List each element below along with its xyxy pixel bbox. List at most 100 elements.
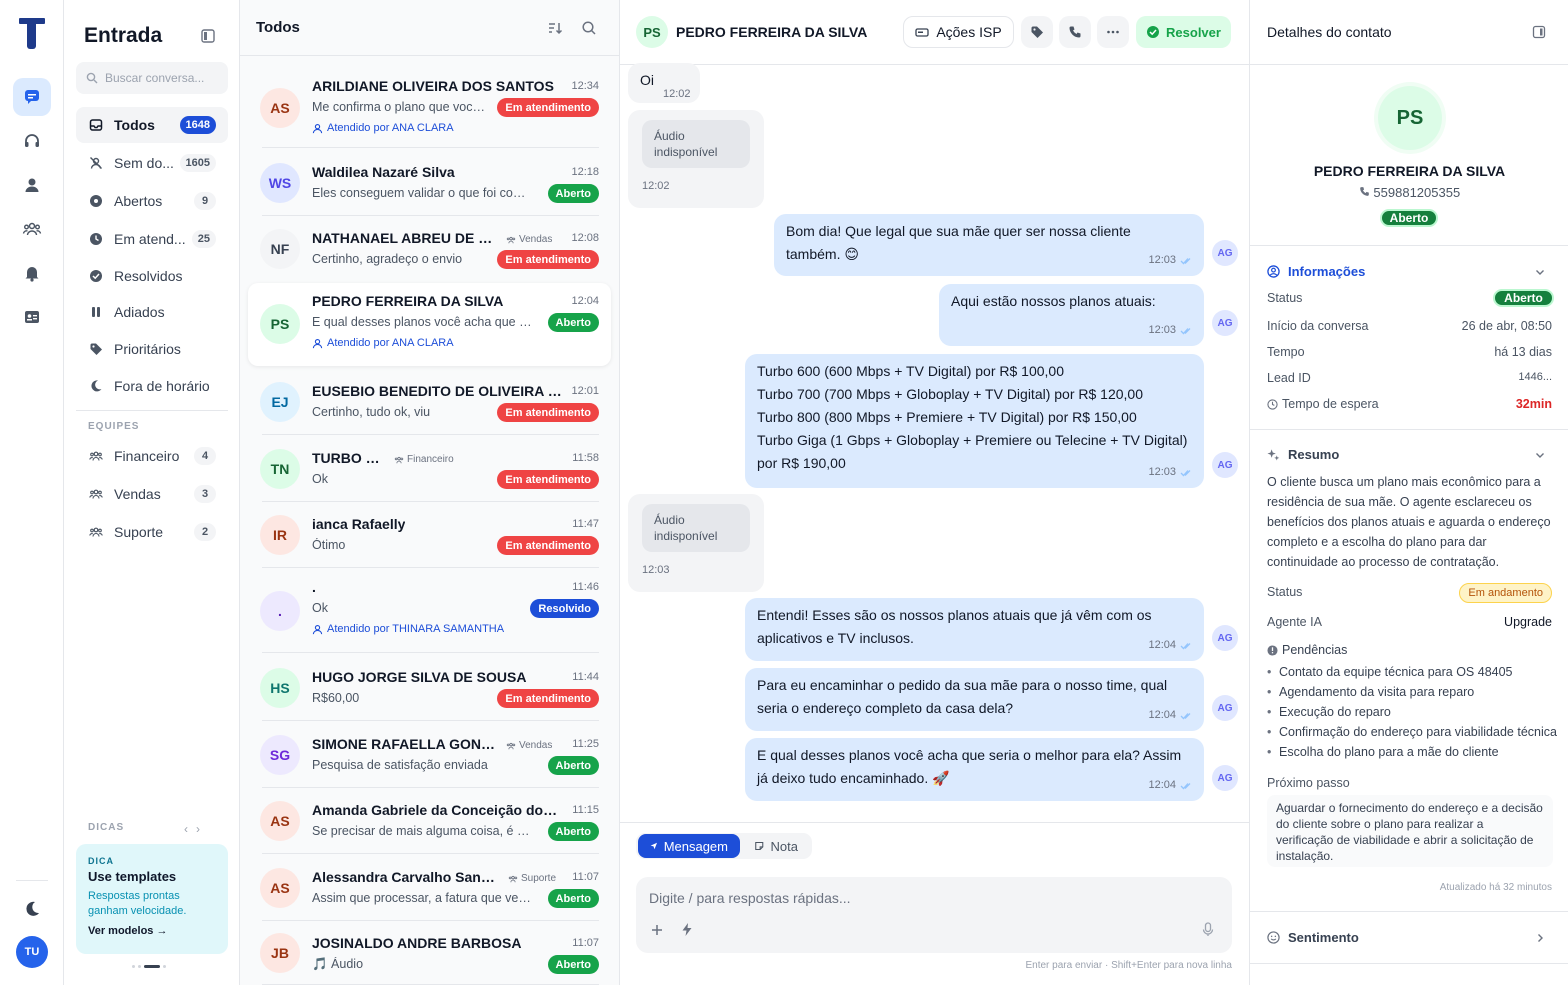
assigned-agent-label: Atendido por ANA CLARA — [327, 337, 454, 349]
tip-body: Respostas prontas ganham velocidade. — [88, 890, 187, 917]
chevron-down-icon[interactable] — [1534, 449, 1546, 461]
more-button[interactable] — [1097, 16, 1129, 48]
sidebar-item-todos[interactable]: Todos 1648 — [76, 107, 228, 143]
conversation-item[interactable]: PS PEDRO FERREIRA DA SILVA 12:04 E qual … — [248, 283, 611, 366]
conversation-item[interactable]: JB JOSINALDO ANDRE BARBOSA 11:07 🎵 Áudio… — [248, 921, 611, 985]
composer-tabs: Mensagem Nota — [636, 833, 812, 859]
sidebar-item-count: 1648 — [179, 116, 216, 134]
message-line: Turbo 700 (700 Mbps + Globoplay + TV Dig… — [757, 386, 1143, 402]
conversation-name: EUSEBIO BENEDITO DE OLIVEIRA JUN... — [312, 383, 562, 399]
tips-pager[interactable]: ‹› — [184, 822, 208, 836]
microphone-icon[interactable] — [1202, 922, 1214, 937]
info-value: 26 de abr, 08:50 — [1461, 319, 1552, 333]
details-header: Detalhes do contato — [1250, 0, 1568, 65]
collapse-sidebar-icon[interactable] — [200, 28, 216, 44]
sidebar-item-count: 3 — [194, 485, 216, 503]
sidebar-item-resolvidos[interactable]: Resolvidos — [76, 258, 228, 294]
isp-actions-button[interactable]: Ações ISP — [903, 16, 1014, 48]
pending-title: Pendências — [1282, 643, 1348, 657]
phone-icon — [1069, 26, 1081, 38]
rail-divider — [16, 880, 48, 881]
search-icon[interactable] — [581, 20, 597, 36]
headset-icon[interactable] — [13, 122, 51, 160]
resolve-button[interactable]: Resolver — [1136, 16, 1231, 48]
conversation-item[interactable]: EJ EUSEBIO BENEDITO DE OLIVEIRA JUN... 1… — [248, 369, 611, 435]
conversation-item[interactable]: IR ianca Rafaelly 11:47 Ótimo Em atendim… — [248, 502, 611, 568]
tab-message[interactable]: Mensagem — [638, 834, 740, 858]
info-section-header[interactable]: Informações — [1267, 264, 1365, 279]
chevron-right-icon[interactable] — [1534, 932, 1546, 944]
sidebar-team-financeiro[interactable]: Financeiro 4 — [76, 438, 228, 474]
message-input[interactable]: Digite / para respostas rápidas... — [636, 877, 1232, 953]
conversation-item[interactable]: WS Waldilea Nazaré Silva 12:18 Eles cons… — [248, 150, 611, 216]
agent-icon — [312, 123, 323, 133]
tag-button[interactable] — [1021, 16, 1053, 48]
sidebar-item-prioritarios[interactable]: Prioritários — [76, 331, 228, 367]
search-input[interactable]: Buscar conversa... — [76, 62, 228, 94]
info-wait-row: Tempo de espera — [1267, 397, 1379, 411]
conversation-item[interactable]: TN TURBO NET Financeiro 11:58 Ok Em aten… — [248, 436, 611, 502]
tab-note[interactable]: Nota — [742, 834, 810, 858]
sidebar-item-label: Sem do... — [114, 155, 174, 171]
sidebar-item-label: Todos — [114, 117, 155, 133]
conversation-time: 11:46 — [572, 581, 599, 593]
conversation-list: Todos AS ARILDIANE OLIVEIRA DOS SANTOS 1… — [240, 0, 620, 985]
conversation-name: TURBO NET — [312, 450, 384, 466]
message-time: 12:02 — [642, 180, 670, 192]
message-time: 12:04 — [1148, 774, 1192, 797]
conversation-avatar: NF — [260, 229, 300, 269]
row-divider — [262, 720, 599, 721]
tip-link[interactable]: Ver modelos → — [88, 925, 216, 937]
conversation-item[interactable]: AS ARILDIANE OLIVEIRA DOS SANTOS 12:34 M… — [248, 68, 611, 148]
agent-avatar: AG — [1212, 452, 1238, 478]
conversation-item[interactable]: AS Alessandra Carvalho Santi... Suporte … — [248, 855, 611, 921]
info-label: Status — [1267, 291, 1303, 305]
conversation-avatar: EJ — [260, 382, 300, 422]
double-check-icon — [1180, 327, 1191, 334]
bell-icon[interactable] — [13, 254, 51, 292]
chevron-down-icon[interactable] — [1534, 266, 1546, 278]
check-circle-icon — [1147, 26, 1160, 38]
team-icon[interactable] — [13, 210, 51, 248]
note-icon — [755, 841, 764, 851]
inbox-sidebar: Entrada Buscar conversa... Todos 1648 Se… — [64, 0, 240, 985]
double-check-icon — [1180, 782, 1191, 789]
user-avatar[interactable]: TU — [16, 936, 48, 968]
conversation-item[interactable]: AS Amanda Gabriele da Conceição dos S...… — [248, 788, 611, 854]
tip-card: DICA Use templates Respostas prontas gan… — [76, 844, 228, 954]
contact-avatar[interactable]: PS — [636, 16, 668, 48]
conversation-item[interactable]: NF NATHANAEL ABREU DE SO... Vendas 12:08… — [248, 216, 611, 282]
sidebar-team-vendas[interactable]: Vendas 3 — [76, 476, 228, 512]
pending-header: Pendências — [1267, 643, 1347, 657]
sidebar-item-adiados[interactable]: Adiados — [76, 294, 228, 330]
conversation-item[interactable]: SG SIMONE RAFAELLA GONÇA... Vendas 11:25… — [248, 722, 611, 788]
sidebar-item-abertos[interactable]: Abertos 9 — [76, 183, 228, 219]
conversation-name: Amanda Gabriele da Conceição dos S... — [312, 802, 562, 818]
summary-text: O cliente busca um plano mais econômico … — [1267, 475, 1551, 569]
sidebar-team-suporte[interactable]: Suporte 2 — [76, 514, 228, 550]
conversation-preview: 🎵 Áudio — [312, 957, 364, 971]
message-line: seria o endereço completo da casa dela? — [757, 700, 1014, 716]
conversation-item[interactable]: . . 11:46 Ok Resolvido Atendido por THIN… — [248, 569, 611, 653]
conversation-avatar: HS — [260, 668, 300, 708]
sort-icon[interactable] — [547, 20, 563, 36]
plus-icon[interactable] — [650, 923, 664, 937]
moon-icon[interactable] — [13, 890, 51, 928]
summary-section-header[interactable]: Resumo — [1267, 447, 1339, 462]
conversation-preview: Eles conseguem validar o que foi combi..… — [312, 186, 532, 200]
chat-icon[interactable] — [13, 78, 51, 116]
sidebar-item-em-atendimento[interactable]: Em atend... 25 — [76, 221, 228, 257]
chevron-left-icon[interactable]: ‹ — [184, 822, 196, 836]
sidebar-item-sem-dono[interactable]: Sem do... 1605 — [76, 145, 228, 181]
conversation-name: Waldilea Nazaré Silva — [312, 164, 455, 180]
user-icon[interactable] — [13, 166, 51, 204]
chevron-right-icon[interactable]: › — [196, 822, 208, 836]
row-divider — [262, 652, 599, 653]
call-button[interactable] — [1059, 16, 1091, 48]
conversation-item[interactable]: HS HUGO JORGE SILVA DE SOUSA 11:44 R$60,… — [248, 655, 611, 721]
sidebar-item-fora-de-horario[interactable]: Fora de horário — [76, 368, 228, 404]
contact-card-icon[interactable] — [13, 298, 51, 336]
collapse-panel-icon[interactable] — [1532, 25, 1546, 39]
sentiment-section-header[interactable]: Sentimento — [1267, 930, 1359, 945]
lightning-icon[interactable] — [680, 922, 694, 937]
